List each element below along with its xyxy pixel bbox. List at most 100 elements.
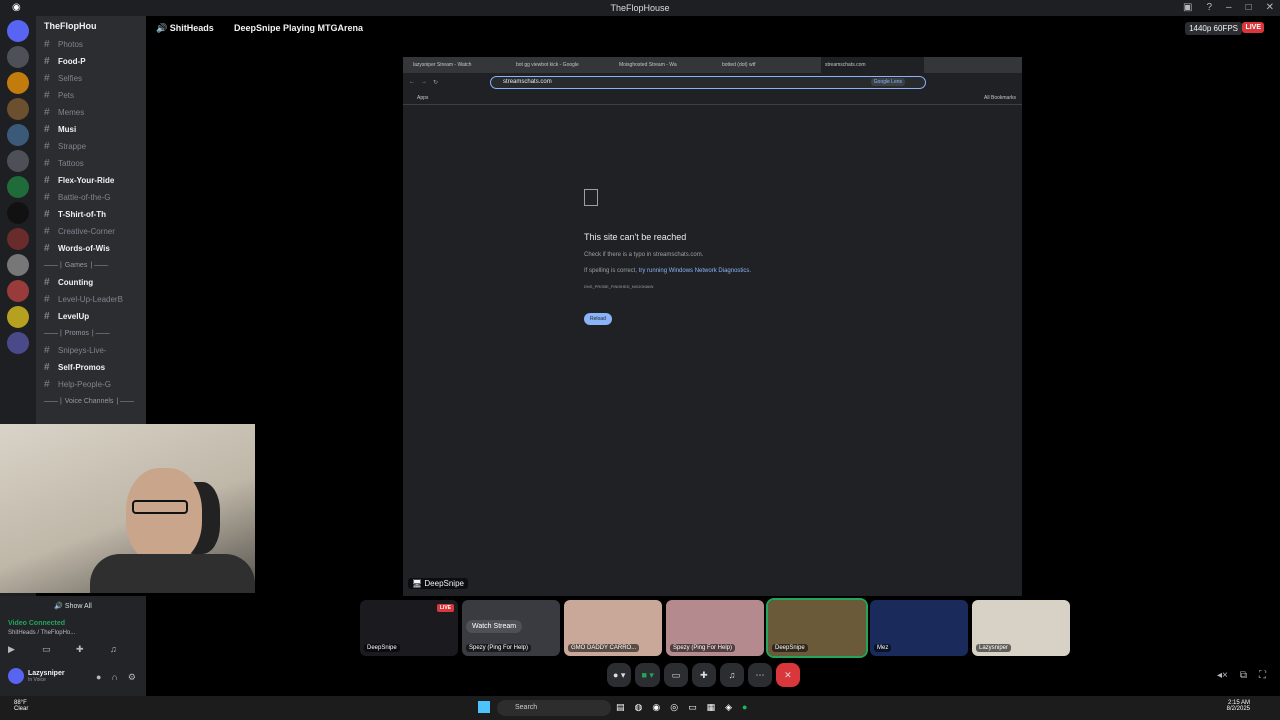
participant-tile[interactable]: Watch Stream Spezy (Ping For Help) xyxy=(462,600,560,656)
maximize-button[interactable]: □ xyxy=(1246,2,1252,13)
screen-share-button[interactable]: ▭ xyxy=(663,663,688,687)
camera-icon[interactable]: ▶ xyxy=(8,644,20,655)
server-icon[interactable] xyxy=(7,254,29,276)
channel-label: Counting xyxy=(58,278,94,287)
reload-icon: ↻ xyxy=(433,79,439,86)
channel-item[interactable]: # Help-People-G xyxy=(36,376,146,393)
soundboard-icon[interactable]: ♫ xyxy=(110,644,122,655)
channel-item[interactable]: # Words-of-Wis xyxy=(36,240,146,257)
category-promos[interactable]: —— | Promos | —— xyxy=(36,325,146,342)
channel-item[interactable]: # Musi xyxy=(36,121,146,138)
show-all-button[interactable]: 🔊 Show All xyxy=(0,602,146,610)
mic-icon[interactable]: ● xyxy=(96,672,101,683)
window-titlebar: ◉ TheFlopHouse ▣ ? – □ ✕ xyxy=(0,0,1280,16)
category-games[interactable]: —— | Games | —— xyxy=(36,257,146,274)
address-bar: streamschats.com Google Lens xyxy=(490,75,927,89)
participant-tile[interactable]: Mez xyxy=(870,600,968,656)
windows-start-icon[interactable] xyxy=(478,701,490,713)
server-icon[interactable] xyxy=(7,176,29,198)
activity-icon[interactable]: ✚ xyxy=(76,644,88,655)
server-icon[interactable] xyxy=(7,332,29,354)
glasses xyxy=(132,500,188,514)
soundboard-button[interactable]: ♫ xyxy=(719,663,744,687)
activity-label: DeepSnipe Playing MTGArena xyxy=(234,23,364,33)
window-title: TheFlopHouse xyxy=(610,3,670,13)
participant-tile[interactable]: Spezy (Ping For Help) xyxy=(666,600,764,656)
help-icon[interactable]: ? xyxy=(1206,2,1212,13)
settings-gear-icon[interactable]: ⚙ xyxy=(128,672,136,683)
server-icon[interactable] xyxy=(7,306,29,328)
steam-icon[interactable]: ◈ xyxy=(725,702,732,713)
popout-icon[interactable]: ⧉ xyxy=(1240,670,1247,681)
server-icon[interactable] xyxy=(7,46,29,68)
channel-label: Flex-Your-Ride xyxy=(58,176,115,185)
server-icon[interactable] xyxy=(7,124,29,146)
hash-icon: # xyxy=(44,294,50,305)
participant-tile[interactable]: LIVE DeepSnipe xyxy=(360,600,458,656)
server-icon[interactable] xyxy=(7,150,29,172)
folder-icon[interactable]: ▭ xyxy=(688,702,697,713)
minimize-button[interactable]: – xyxy=(1226,2,1232,13)
channel-item[interactable]: # Battle-of-the-G xyxy=(36,189,146,206)
server-icon[interactable] xyxy=(7,98,29,120)
server-icon[interactable] xyxy=(7,202,29,224)
volume-icon[interactable]: ◂× xyxy=(1217,670,1228,681)
server-name[interactable]: TheFlopHou xyxy=(36,16,146,36)
server-icon[interactable] xyxy=(7,72,29,94)
disconnect-button[interactable]: ✕ xyxy=(775,663,800,687)
hash-icon: # xyxy=(44,209,50,220)
channel-item[interactable]: # Snipeys-Live- xyxy=(36,342,146,359)
store-icon[interactable]: ▦ xyxy=(707,702,716,713)
headphones-icon[interactable]: ∩ xyxy=(111,672,117,683)
hash-icon: # xyxy=(44,226,50,237)
channel-label: Battle-of-the-G xyxy=(58,193,111,202)
channel-item[interactable]: # Selfies xyxy=(36,70,146,87)
channel-item[interactable]: # Counting xyxy=(36,274,146,291)
more-options-button[interactable]: ⋯ xyxy=(747,663,772,687)
spotify-icon[interactable]: ● xyxy=(742,702,747,713)
channel-item[interactable]: # Creative-Corner xyxy=(36,223,146,240)
channel-item[interactable]: # Memes xyxy=(36,104,146,121)
system-clock[interactable]: 2:15 AM 8/2/2025 xyxy=(1227,700,1250,712)
hash-icon: # xyxy=(44,192,50,203)
watch-stream-button[interactable]: Watch Stream xyxy=(466,620,523,633)
weather-widget[interactable]: 88°F Clear xyxy=(14,700,28,712)
participant-tile[interactable]: DeepSnipe xyxy=(766,598,868,658)
channel-item[interactable]: # Photos xyxy=(36,36,146,53)
call-controls: ● ▾ ■ ▾ ▭ ✚ ♫ ⋯ ✕ xyxy=(607,663,800,687)
channel-item[interactable]: # Pets xyxy=(36,87,146,104)
channel-item[interactable]: # Tattoos xyxy=(36,155,146,172)
channel-item[interactable]: # Food-P xyxy=(36,53,146,70)
server-icon[interactable] xyxy=(7,280,29,302)
edge-icon[interactable]: ◍ xyxy=(635,702,643,713)
screen-share-icon[interactable]: ▭ xyxy=(42,644,54,655)
channel-item[interactable]: # T-Shirt-of-Th xyxy=(36,206,146,223)
camera-button[interactable]: ■ ▾ xyxy=(635,663,660,687)
server-icon[interactable] xyxy=(7,20,29,42)
participant-tile[interactable]: Lazysniper xyxy=(972,600,1070,656)
fullscreen-icon[interactable]: ⛶ xyxy=(1259,670,1266,681)
discord-taskbar-icon[interactable]: ◎ xyxy=(670,702,678,713)
server-icon[interactable] xyxy=(7,228,29,250)
error-line-1: Check if there is a typo in streamschats… xyxy=(584,252,704,258)
taskbar-search[interactable]: Search xyxy=(497,700,611,716)
streamer-name-tag: 🖥 DeepSnipe xyxy=(408,578,468,589)
user-info[interactable]: Lazysniper In Voice xyxy=(8,668,65,684)
close-button[interactable]: ✕ xyxy=(1266,2,1274,13)
hash-icon: # xyxy=(44,379,50,390)
activities-button[interactable]: ✚ xyxy=(691,663,716,687)
participant-tile[interactable]: GMO DADDY CARRO... xyxy=(564,600,662,656)
channel-item[interactable]: # Strappe xyxy=(36,138,146,155)
file-explorer-icon[interactable]: ▤ xyxy=(616,702,625,713)
webcam-video xyxy=(0,424,255,593)
channel-item[interactable]: # Level-Up-LeaderB xyxy=(36,291,146,308)
microphone-button[interactable]: ● ▾ xyxy=(607,663,632,687)
channel-item[interactable]: # Flex-Your-Ride xyxy=(36,172,146,189)
inbox-icon[interactable]: ▣ xyxy=(1183,2,1192,13)
chrome-icon[interactable]: ◉ xyxy=(652,702,660,713)
voice-location[interactable]: ShitHeads / TheFlopHo... xyxy=(8,630,75,636)
category-voice[interactable]: —— | Voice Channels | —— xyxy=(36,393,146,410)
channel-item[interactable]: # LevelUp xyxy=(36,308,146,325)
channel-item[interactable]: # Self-Promos xyxy=(36,359,146,376)
channel-label: LevelUp xyxy=(58,312,90,321)
